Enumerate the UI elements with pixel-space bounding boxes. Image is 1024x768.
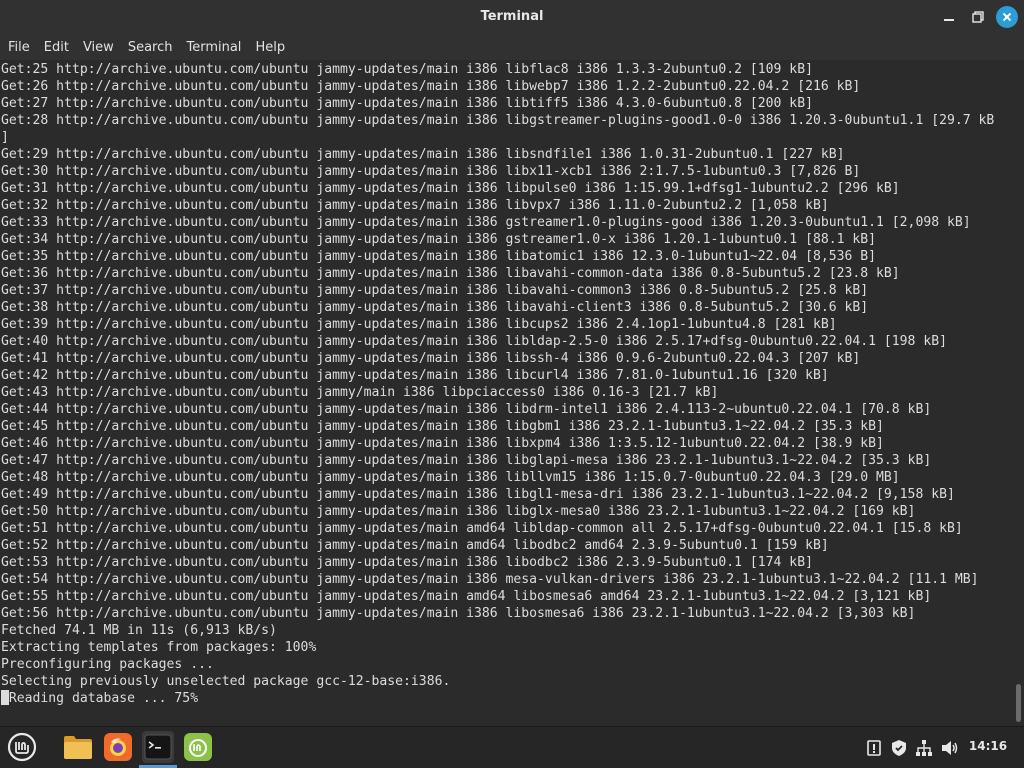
menu-file[interactable]: File (3, 40, 35, 55)
firefox-icon[interactable] (102, 731, 134, 763)
update-manager-icon[interactable] (864, 738, 884, 758)
taskbar: 14:16 (0, 726, 1024, 768)
terminal-line: Get:40 http://archive.ubuntu.com/ubuntu … (1, 334, 947, 349)
maximize-icon[interactable] (967, 6, 989, 28)
terminal-line: Get:45 http://archive.ubuntu.com/ubuntu … (1, 419, 884, 434)
terminal-current-text: (Reading database ... 75% (1, 691, 199, 706)
terminal-line: Get:39 http://archive.ubuntu.com/ubuntu … (1, 317, 837, 332)
menu-edit[interactable]: Edit (39, 40, 74, 55)
terminal-line: Get:26 http://archive.ubuntu.com/ubuntu … (1, 79, 861, 94)
terminal-line: Get:44 http://archive.ubuntu.com/ubuntu … (1, 402, 932, 417)
terminal-line: Get:48 http://archive.ubuntu.com/ubuntu … (1, 470, 900, 485)
terminal-line: Get:37 http://archive.ubuntu.com/ubuntu … (1, 283, 869, 298)
terminal-line: Get:47 http://archive.ubuntu.com/ubuntu … (1, 453, 932, 468)
terminal-line: Get:25 http://archive.ubuntu.com/ubuntu … (1, 62, 813, 77)
terminal-output[interactable]: Get:25 http://archive.ubuntu.com/ubuntu … (0, 60, 1012, 726)
menu-view[interactable]: View (78, 40, 119, 55)
terminal-line: Get:32 http://archive.ubuntu.com/ubuntu … (1, 198, 829, 213)
terminal-line: Get:51 http://archive.ubuntu.com/ubuntu … (1, 521, 963, 536)
clock[interactable]: 14:16 (968, 739, 1008, 753)
terminal-line: Get:41 http://archive.ubuntu.com/ubuntu … (1, 351, 861, 366)
terminal-line: Get:53 http://archive.ubuntu.com/ubuntu … (1, 555, 813, 570)
scrollbar-thumb[interactable] (1016, 684, 1021, 722)
terminal-line: Preconfiguring packages ... (1, 657, 214, 672)
title-bar: Terminal (0, 0, 1024, 34)
terminal-line: Get:42 http://archive.ubuntu.com/ubuntu … (1, 368, 829, 383)
terminal-line: Get:43 http://archive.ubuntu.com/ubuntu … (1, 385, 719, 400)
close-icon[interactable] (996, 6, 1018, 28)
terminal-line: Get:33 http://archive.ubuntu.com/ubuntu … (1, 215, 971, 230)
menu-terminal[interactable]: Terminal (181, 40, 246, 55)
terminal-icon[interactable] (142, 731, 174, 763)
terminal-line: Fetched 74.1 MB in 11s (6,913 kB/s) (1, 623, 277, 638)
network-icon[interactable] (914, 738, 934, 758)
volume-icon[interactable] (940, 738, 960, 758)
menu-help[interactable]: Help (250, 40, 290, 55)
shield-icon[interactable] (889, 738, 909, 758)
terminal-line: Get:27 http://archive.ubuntu.com/ubuntu … (1, 96, 813, 111)
terminal-line: Get:30 http://archive.ubuntu.com/ubuntu … (1, 164, 861, 179)
terminal-line: Get:36 http://archive.ubuntu.com/ubuntu … (1, 266, 900, 281)
terminal-line: Get:34 http://archive.ubuntu.com/ubuntu … (1, 232, 877, 247)
terminal-line: Get:28 http://archive.ubuntu.com/ubuntu … (1, 113, 995, 128)
terminal-line: Get:52 http://archive.ubuntu.com/ubuntu … (1, 538, 829, 553)
minimize-icon[interactable] (938, 6, 960, 28)
terminal-line: Get:31 http://archive.ubuntu.com/ubuntu … (1, 181, 900, 196)
terminal-prompt-line: (Reading database ... 75% (0, 690, 1012, 707)
terminal-line: Get:54 http://archive.ubuntu.com/ubuntu … (1, 572, 979, 587)
mint-menu-icon[interactable] (6, 731, 38, 763)
terminal-line: Get:50 http://archive.ubuntu.com/ubuntu … (1, 504, 916, 519)
menu-bar: File Edit View Search Terminal Help (0, 34, 1024, 60)
terminal-line: Get:56 http://archive.ubuntu.com/ubuntu … (1, 606, 916, 621)
window-title: Terminal (480, 9, 544, 24)
terminal-line: Get:38 http://archive.ubuntu.com/ubuntu … (1, 300, 869, 315)
menu-search[interactable]: Search (123, 40, 178, 55)
terminal-line: Selecting previously unselected package … (1, 674, 451, 689)
mintinstall-icon[interactable] (182, 731, 214, 763)
terminal-line: Get:49 http://archive.ubuntu.com/ubuntu … (1, 487, 955, 502)
terminal-line: Get:35 http://archive.ubuntu.com/ubuntu … (1, 249, 877, 264)
terminal-line: Get:46 http://archive.ubuntu.com/ubuntu … (1, 436, 884, 451)
terminal-line: Get:55 http://archive.ubuntu.com/ubuntu … (1, 589, 932, 604)
terminal-line: ] (1, 130, 9, 145)
files-icon[interactable] (62, 731, 94, 763)
terminal-line: Extracting templates from packages: 100% (1, 640, 317, 655)
terminal-scrollbar[interactable] (1012, 60, 1024, 726)
terminal-line: Get:29 http://archive.ubuntu.com/ubuntu … (1, 147, 845, 162)
